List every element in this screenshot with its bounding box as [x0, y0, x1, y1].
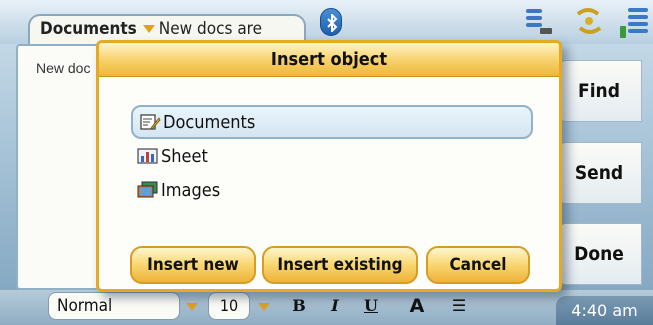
- bluetooth-icon: [320, 8, 342, 36]
- paragraph-style-select[interactable]: Normal: [48, 292, 180, 320]
- insert-new-label: Insert new: [147, 255, 239, 275]
- tab-title: Documents: [40, 19, 137, 39]
- insert-existing-button[interactable]: Insert existing: [262, 246, 418, 284]
- list-item-label: Sheet: [161, 145, 208, 167]
- style-dropdown-icon[interactable]: [186, 303, 198, 311]
- document-text: New doc: [36, 60, 91, 76]
- size-dropdown-icon[interactable]: [258, 303, 270, 311]
- underline-button[interactable]: U: [358, 294, 384, 318]
- font-color-button[interactable]: A: [404, 294, 430, 318]
- list-item-images[interactable]: Images: [131, 173, 533, 207]
- insert-new-button[interactable]: Insert new: [130, 246, 256, 284]
- find-label: Find: [578, 80, 620, 102]
- cancel-button[interactable]: Cancel: [426, 246, 530, 284]
- send-label: Send: [574, 162, 624, 184]
- list-item-documents[interactable]: Documents: [131, 105, 533, 139]
- connectivity-icon: [576, 8, 602, 34]
- battery-icon: [620, 8, 648, 38]
- bold-button[interactable]: B: [286, 294, 312, 318]
- done-button[interactable]: Done: [556, 223, 642, 285]
- list-item-label: Documents: [163, 111, 256, 133]
- cancel-label: Cancel: [449, 255, 507, 275]
- tab-subtitle: New docs are: [158, 19, 263, 39]
- insert-existing-label: Insert existing: [277, 255, 403, 275]
- send-button[interactable]: Send: [556, 142, 642, 204]
- images-icon: [137, 181, 158, 198]
- list-item-label: Images: [161, 179, 221, 201]
- bullet-list-button[interactable]: ☰: [446, 294, 472, 318]
- keyboard-signal-icon: [526, 9, 552, 34]
- clock: 4:40 am: [556, 296, 653, 325]
- list-item-sheet[interactable]: Sheet: [131, 139, 533, 173]
- document-edit-icon: [140, 114, 161, 130]
- insert-object-dialog: Insert object Documents Sheet Images Ins…: [96, 40, 562, 292]
- dialog-title: Insert object: [99, 43, 559, 77]
- done-label: Done: [574, 243, 624, 265]
- font-size-select[interactable]: 10: [208, 292, 250, 320]
- spreadsheet-icon: [137, 148, 158, 164]
- find-button[interactable]: Find: [556, 60, 642, 122]
- italic-button[interactable]: I: [322, 294, 348, 318]
- tab-dropdown-icon[interactable]: [142, 25, 155, 33]
- object-list: Documents Sheet Images: [131, 105, 533, 207]
- title-bar: Documents New docs are: [0, 0, 653, 44]
